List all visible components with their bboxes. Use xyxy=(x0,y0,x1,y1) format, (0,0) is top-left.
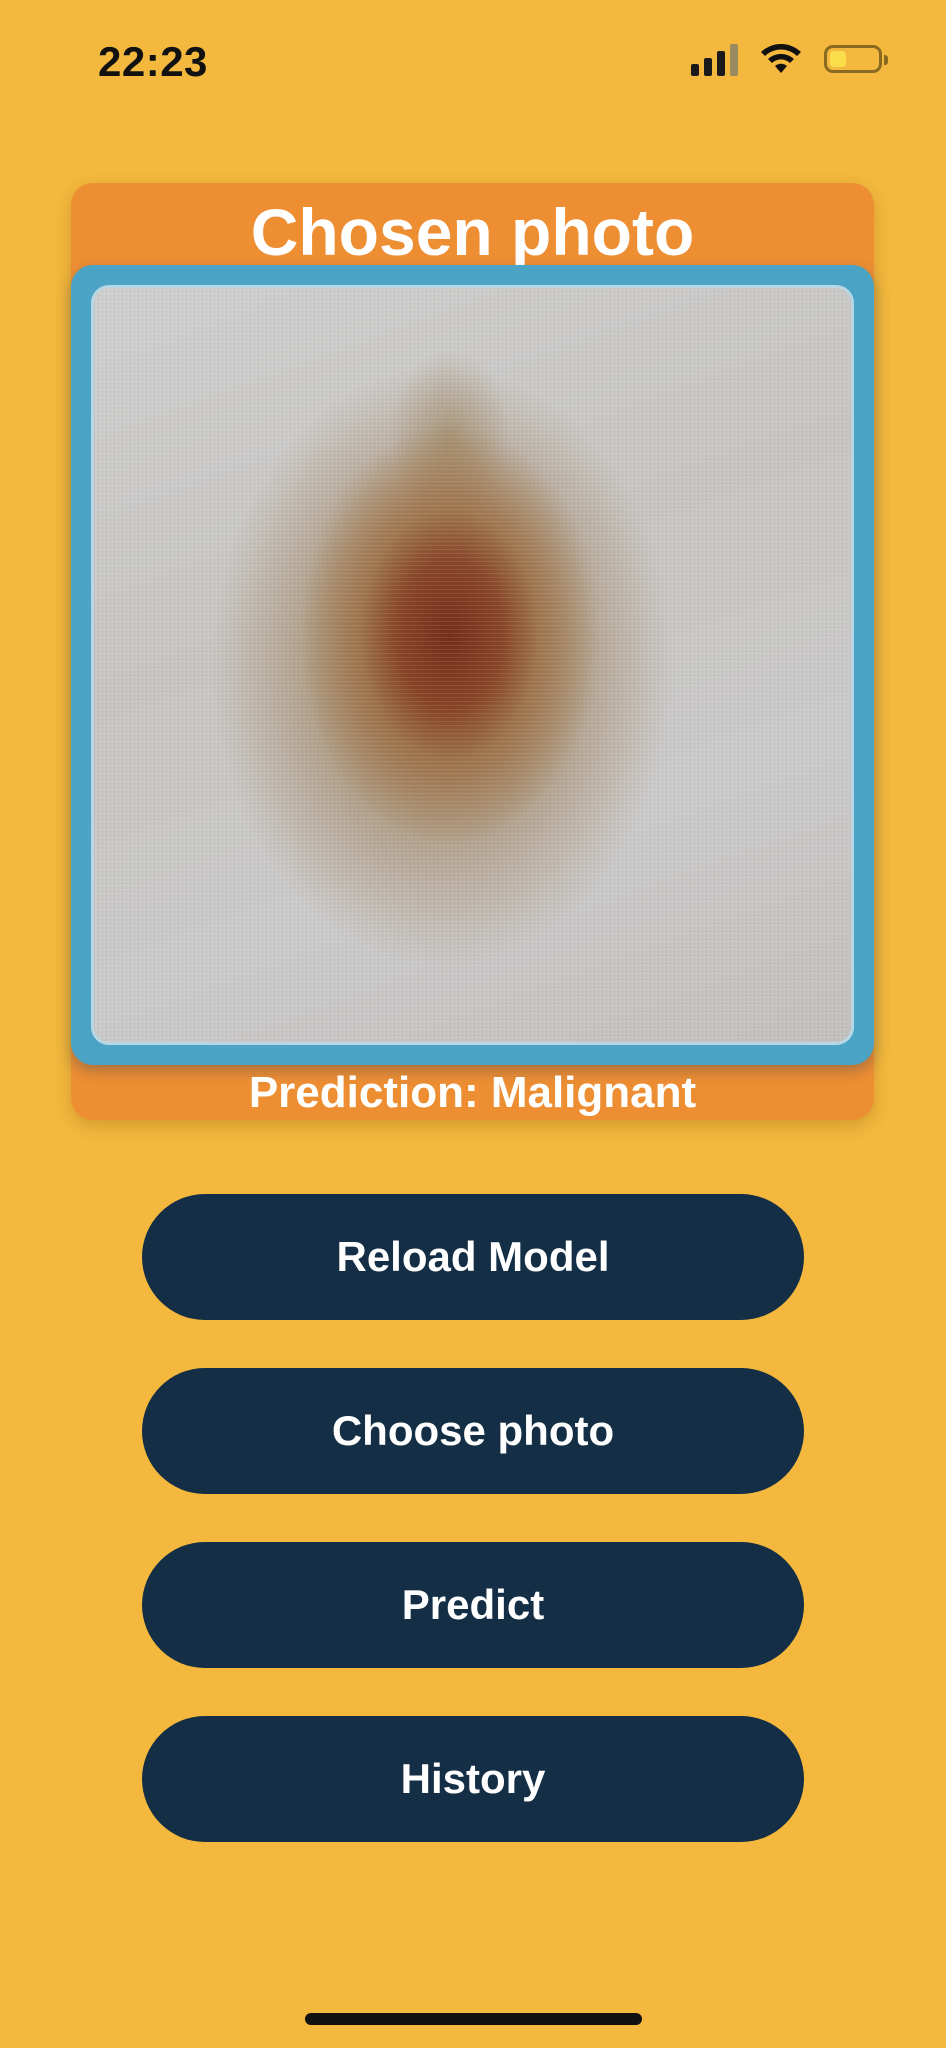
chosen-photo-image xyxy=(91,285,854,1045)
action-buttons: Reload Model Choose photo Predict Histor… xyxy=(142,1194,804,1890)
status-icons xyxy=(691,42,888,76)
photo-texture xyxy=(94,288,851,1042)
prediction-label: Prediction: Malignant xyxy=(248,1068,697,1117)
photo-frame xyxy=(71,265,874,1065)
battery-icon xyxy=(824,45,888,73)
status-time: 22:23 xyxy=(98,38,208,85)
chosen-photo-card: Chosen photo Prediction: Malignant xyxy=(71,183,874,1120)
choose-photo-button[interactable]: Choose photo xyxy=(142,1368,804,1494)
predict-button[interactable]: Predict xyxy=(142,1542,804,1668)
reload-model-button[interactable]: Reload Model xyxy=(142,1194,804,1320)
signal-icon xyxy=(691,42,738,76)
history-button[interactable]: History xyxy=(142,1716,804,1842)
card-title: Chosen photo xyxy=(250,195,695,269)
status-bar: 22:23 xyxy=(0,0,946,130)
wifi-icon xyxy=(761,44,801,73)
home-indicator[interactable] xyxy=(305,2013,642,2025)
